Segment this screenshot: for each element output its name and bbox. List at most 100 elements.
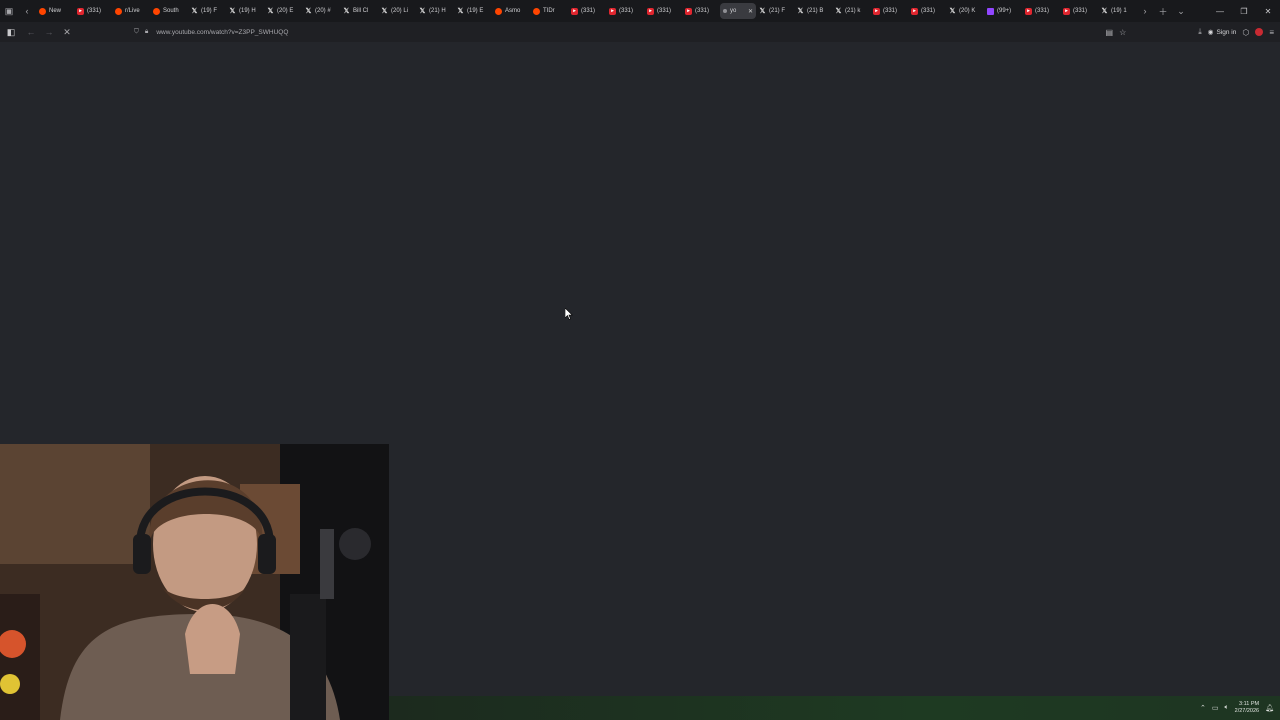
browser-tab[interactable]: 𝕏 (21) H: [416, 3, 454, 19]
tab-title: (19) E: [467, 8, 484, 14]
sign-in-label: Sign in: [1216, 28, 1237, 36]
browser-tab[interactable]: ▸ (331): [568, 3, 606, 19]
stop-loading-button[interactable]: ✕: [58, 22, 76, 42]
browser-tab[interactable]: 𝕏 (19) 1: [1098, 3, 1136, 19]
downloads-icon[interactable]: ⤓: [1198, 22, 1202, 42]
tab-scroll-left-icon[interactable]: ‹: [18, 0, 36, 22]
restore-button[interactable]: ❐: [1232, 0, 1256, 22]
clock[interactable]: 3:11 PM 2/27/2026: [1235, 701, 1259, 715]
browser-tab[interactable]: 𝕏 (20) E: [264, 3, 302, 19]
notifications-icon[interactable]: 🔔︎: [1265, 704, 1274, 712]
browser-tab[interactable]: 𝕏 (20) Li: [378, 3, 416, 19]
twitch-icon: [987, 7, 994, 15]
address-bar[interactable]: ⛉ 🔒︎ www.youtube.com/watch?v=Z3PP_SWHUQQ: [134, 24, 1104, 40]
clock-time: 3:11 PM: [1239, 701, 1260, 707]
tab-title: (21) H: [429, 8, 446, 14]
x-icon: 𝕏: [267, 8, 274, 15]
youtube-icon: ▸: [77, 7, 84, 15]
x-icon: 𝕏: [949, 8, 956, 15]
tab-title: (331): [657, 8, 672, 14]
browser-tab[interactable]: New: [36, 3, 74, 19]
lock-icon[interactable]: 🔒︎: [145, 28, 148, 36]
sign-in-button[interactable]: ◉ Sign in: [1208, 22, 1237, 42]
tab-title: (331): [581, 8, 596, 14]
browser-tab[interactable]: ▸ (331): [870, 3, 908, 19]
clock-date: 2/27/2026: [1234, 708, 1260, 714]
tab-title: (21) B: [807, 8, 824, 14]
close-window-button[interactable]: ✕: [1256, 0, 1280, 22]
browser-tab[interactable]: yo ✕: [720, 3, 756, 19]
volume-icon[interactable]: 🔈︎: [1224, 704, 1228, 712]
browser-tab[interactable]: 𝕏 (20) #: [302, 3, 340, 19]
browser-tab[interactable]: 𝕏 (21) k: [832, 3, 870, 19]
shield-icon[interactable]: ⛉: [134, 28, 139, 36]
browser-tab[interactable]: r/Live: [112, 3, 150, 19]
tab-title: (19) F: [201, 8, 218, 14]
extensions-icon[interactable]: ⬡: [1242, 22, 1249, 42]
tab-scroll-right-icon[interactable]: ›: [1136, 0, 1154, 22]
account-icon: ◉: [1207, 29, 1214, 36]
tab-title: (331): [1073, 8, 1088, 14]
forward-button[interactable]: →: [40, 22, 58, 42]
browser-tab[interactable]: ▸ (331): [644, 3, 682, 19]
reddit-icon: [153, 7, 160, 15]
tab-title: r/Live: [125, 8, 140, 14]
tab-title: (20) K: [959, 8, 976, 14]
profile-extension-icon[interactable]: [1255, 22, 1264, 42]
bookmark-star-icon[interactable]: ☆: [1119, 22, 1126, 42]
x-icon: 𝕏: [229, 8, 236, 15]
tab-list-icon[interactable]: ▣: [0, 0, 18, 22]
x-icon: 𝕏: [1101, 8, 1108, 15]
browser-tab[interactable]: 𝕏 (19) E: [454, 3, 492, 19]
browser-tab[interactable]: 𝕏 (21) F: [756, 3, 794, 19]
x-icon: 𝕏: [381, 8, 388, 15]
new-tab-button[interactable]: ＋: [1154, 0, 1172, 22]
mouse-cursor-icon: [565, 308, 573, 320]
browser-tab[interactable]: ▸ (331): [908, 3, 946, 19]
browser-tab[interactable]: ▸ (331): [1022, 3, 1060, 19]
tab-title: (331): [921, 8, 936, 14]
tab-title: (19) H: [239, 8, 256, 14]
network-icon[interactable]: ▭: [1212, 704, 1219, 712]
tray-chevron-up-icon[interactable]: ⌃: [1200, 704, 1206, 712]
tab-title: Bill Cl: [353, 8, 369, 14]
tab-title: (20) #: [315, 8, 331, 14]
minimize-button[interactable]: —: [1208, 0, 1232, 22]
tab-title: (19) 1: [1111, 8, 1127, 14]
tab-title: (331): [619, 8, 634, 14]
tab-strip: ▣ ‹ New ▸ (331) r/Live South 𝕏 (19) F 𝕏 (19) H 𝕏(…: [0, 0, 1280, 22]
browser-tab[interactable]: ▸ (331): [74, 3, 112, 19]
browser-tab[interactable]: 𝕏 (19) H: [226, 3, 264, 19]
webcam-overlay: [0, 444, 389, 720]
browser-tab[interactable]: 𝕏 (19) F: [188, 3, 226, 19]
tab-title: (20) E: [277, 8, 294, 14]
browser-tab[interactable]: Asmo: [492, 3, 530, 19]
menu-icon[interactable]: ≡: [1269, 22, 1274, 42]
back-button[interactable]: ←: [22, 22, 40, 42]
browser-tab[interactable]: (99+): [984, 3, 1022, 19]
reader-view-icon[interactable]: ▤: [1106, 22, 1114, 42]
browser-tab[interactable]: ▸ (331): [682, 3, 720, 19]
x-icon: 𝕏: [835, 8, 842, 15]
reddit-icon: [533, 7, 540, 15]
window-controls: — ❐ ✕: [1208, 0, 1280, 22]
url-text[interactable]: www.youtube.com/watch?v=Z3PP_SWHUQQ: [156, 29, 288, 36]
sidebar-toggle-icon[interactable]: ◧: [0, 22, 22, 42]
webcam-image: [0, 444, 389, 720]
reddit-icon: [495, 7, 502, 15]
browser-tab[interactable]: 𝕏 (20) K: [946, 3, 984, 19]
tab-list-dropdown-icon[interactable]: ⌄: [1172, 0, 1190, 22]
browser-tab[interactable]: ▸ (331): [606, 3, 644, 19]
reddit-icon: [115, 7, 122, 15]
x-icon: 𝕏: [797, 8, 804, 15]
tab-title: (331): [695, 8, 710, 14]
tabs: New ▸ (331) r/Live South 𝕏 (19) F 𝕏 (19) H 𝕏 (20) …: [36, 0, 1136, 22]
tab-close-icon[interactable]: ✕: [748, 8, 753, 15]
browser-tab[interactable]: 𝕏 (21) B: [794, 3, 832, 19]
browser-tab[interactable]: South: [150, 3, 188, 19]
browser-tab[interactable]: ▸ (331): [1060, 3, 1098, 19]
youtube-icon: ▸: [609, 7, 616, 15]
browser-tab[interactable]: 𝕏 Bill Cl: [340, 3, 378, 19]
browser-tab[interactable]: TIDr: [530, 3, 568, 19]
